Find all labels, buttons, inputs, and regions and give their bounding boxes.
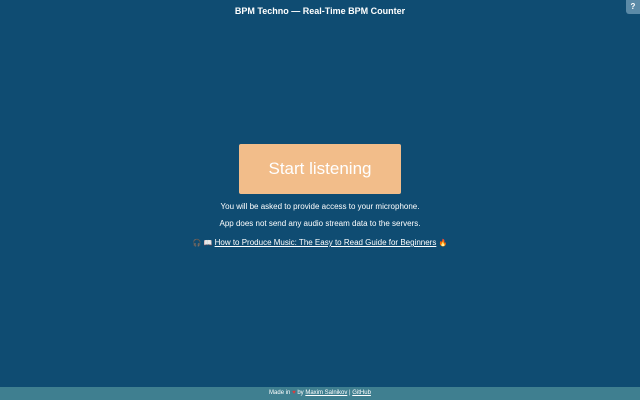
guide-row: 🎧 📖 How to Produce Music: The Easy to Re… — [0, 238, 640, 249]
heart-icon: ♥ — [292, 390, 296, 396]
book-icon: 📖 — [203, 240, 213, 247]
github-link[interactable]: GitHub — [352, 390, 371, 396]
app-title: BPM Techno — Real-Time BPM Counter — [234, 6, 406, 16]
headphones-icon: 🎧 — [192, 240, 202, 247]
privacy-note: App does not send any audio stream data … — [219, 219, 421, 228]
footer-by: by — [297, 390, 304, 396]
fire-icon: 🔥 — [438, 240, 448, 247]
footer-separator: | — [349, 390, 351, 396]
microphone-access-note: You will be asked to provide access to y… — [220, 202, 420, 211]
footer-made-in: Made in — [269, 390, 291, 396]
help-button[interactable]: ? — [626, 0, 640, 14]
footer: Made in ♥ by Maxim Salnikov | GitHub — [0, 387, 640, 400]
guide-link[interactable]: How to Produce Music: The Easy to Read G… — [215, 238, 437, 247]
author-link[interactable]: Maxim Salnikov — [305, 390, 347, 396]
start-listening-button[interactable]: Start listening — [239, 144, 401, 194]
